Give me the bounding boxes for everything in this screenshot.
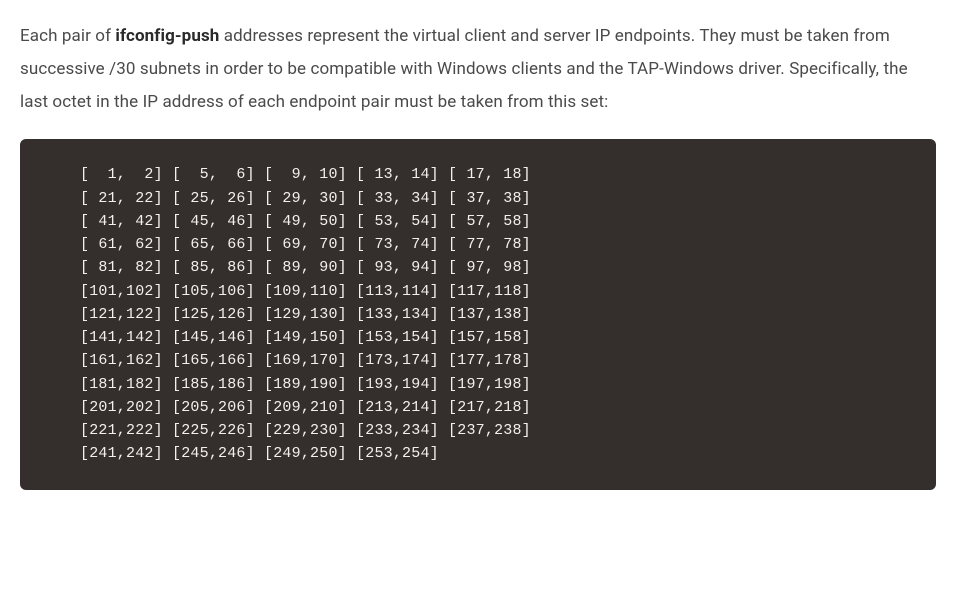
para-text-pre: Each pair of	[20, 26, 115, 46]
ifconfig-push-literal: ifconfig-push	[115, 26, 219, 46]
intro-paragraph: Each pair of ifconfig-push addresses rep…	[20, 20, 936, 119]
octet-set-codeblock: [ 1, 2] [ 5, 6] [ 9, 10] [ 13, 14] [ 17,…	[20, 139, 936, 489]
